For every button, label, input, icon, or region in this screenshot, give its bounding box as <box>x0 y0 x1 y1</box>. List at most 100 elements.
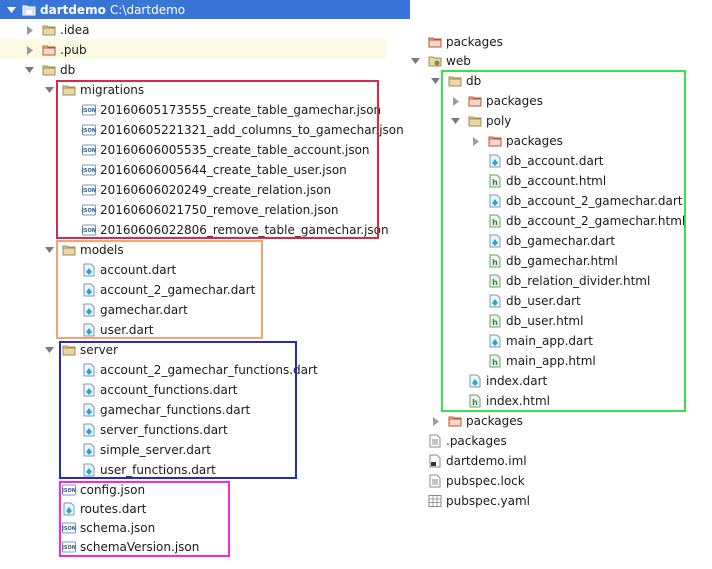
tree-item-label: db_account.dart <box>506 154 604 168</box>
excluded-folder-icon <box>488 134 502 148</box>
excluded-folder-icon <box>468 94 482 108</box>
tree-item-label: schemaVersion.json <box>80 540 200 554</box>
tree-item-label: pubspec.lock <box>446 474 525 488</box>
svg-text:h: h <box>492 358 498 367</box>
tree-item-label: web <box>446 54 471 68</box>
tree-item-label: server_functions.dart <box>100 423 228 437</box>
tree-item-label: index.html <box>486 394 550 408</box>
project-folder-icon <box>22 3 36 17</box>
expand-arrow-icon[interactable] <box>45 80 55 100</box>
dart-file-icon <box>82 383 96 397</box>
tree-item-label: packages <box>506 134 563 148</box>
tree-item-label: packages <box>466 414 523 428</box>
expand-arrow-icon[interactable] <box>431 71 441 91</box>
module-file-icon <box>428 454 442 468</box>
html-file-icon: h <box>488 314 502 328</box>
json-file-icon: JSON <box>81 103 96 117</box>
json-file-icon: JSON <box>81 223 96 237</box>
tree-item-label: poly <box>486 114 512 128</box>
folder-icon <box>42 63 56 77</box>
svg-text:JSON: JSON <box>62 526 76 532</box>
tree-item-label: simple_server.dart <box>100 443 211 457</box>
tree-item-label: db_account_2_gamechar.html <box>506 214 686 228</box>
tree-item-label: gamechar_functions.dart <box>100 403 251 417</box>
svg-text:JSON: JSON <box>82 208 96 214</box>
svg-text:h: h <box>492 218 498 227</box>
dart-file-icon <box>488 294 502 308</box>
json-file-icon: JSON <box>61 483 76 497</box>
tree-item-label: db_user.dart <box>506 294 581 308</box>
dart-file-icon <box>82 303 96 317</box>
collapse-arrow-icon[interactable] <box>432 411 442 431</box>
dart-file-icon <box>468 374 482 388</box>
html-file-icon: h <box>488 354 502 368</box>
tree-item-label: pubspec.yaml <box>446 494 530 508</box>
tree-item-label: packages <box>486 94 543 108</box>
json-file-icon: JSON <box>81 163 96 177</box>
tree-item-label: db_account.html <box>506 174 607 188</box>
tree-item-label: 20160606005644_create_table_user.json <box>100 163 347 177</box>
tree-item-label: migrations <box>80 83 145 97</box>
tree-item-label: 20160606022806_remove_table_gamechar.jso… <box>100 223 389 237</box>
svg-text:JSON: JSON <box>82 188 96 194</box>
tree-item-label: account_2_gamechar_functions.dart <box>100 363 318 377</box>
expand-arrow-icon[interactable] <box>45 240 55 260</box>
dart-file-icon <box>488 234 502 248</box>
tree-item-label: .pub <box>60 43 87 57</box>
collapse-arrow-icon[interactable] <box>452 91 462 111</box>
tree-item-label: 20160606021750_remove_relation.json <box>100 203 339 217</box>
expand-arrow-icon[interactable] <box>7 0 17 20</box>
expand-arrow-icon[interactable] <box>45 340 55 360</box>
expand-arrow-icon[interactable] <box>411 51 421 71</box>
tree-item-label: account_functions.dart <box>100 383 238 397</box>
dart-file-icon <box>82 263 96 277</box>
tree-item-label: 20160606005535_create_table_account.json <box>100 143 370 157</box>
tree-item-label: 20160606020249_create_relation.json <box>100 183 332 197</box>
html-file-icon: h <box>488 174 502 188</box>
tree-item-label: server <box>80 343 118 357</box>
svg-text:JSON: JSON <box>62 488 76 494</box>
json-file-icon: JSON <box>81 143 96 157</box>
folder-icon <box>62 343 76 357</box>
folder-icon <box>62 83 76 97</box>
dart-file-icon <box>62 502 76 516</box>
excluded-folder-icon <box>448 414 462 428</box>
tree-item-label: account.dart <box>100 263 177 277</box>
expand-arrow-icon[interactable] <box>25 60 35 80</box>
tree-item-label: db <box>466 74 482 88</box>
html-file-icon: h <box>488 214 502 228</box>
tree-item-label: main_app.html <box>506 354 596 368</box>
svg-text:h: h <box>492 258 498 267</box>
collapse-arrow-icon[interactable] <box>472 131 482 151</box>
svg-text:h: h <box>472 398 478 407</box>
tree-item-label: db_gamechar.html <box>506 254 618 268</box>
dart-file-icon <box>82 443 96 457</box>
collapse-arrow-icon[interactable] <box>26 40 36 60</box>
project-path: C:\dartdemo <box>110 3 186 17</box>
html-file-icon: h <box>488 274 502 288</box>
collapse-arrow-icon[interactable] <box>26 20 36 40</box>
json-file-icon: JSON <box>81 123 96 137</box>
tree-item-label: .packages <box>446 434 507 448</box>
tree-item-label: 20160605221321_add_columns_to_gamechar.j… <box>100 123 404 137</box>
folder-icon <box>468 114 482 128</box>
tree-item-label: models <box>80 243 124 257</box>
svg-text:JSON: JSON <box>62 545 76 551</box>
expand-arrow-icon[interactable] <box>451 111 461 131</box>
svg-text:h: h <box>492 278 498 287</box>
tree-item-label: user_functions.dart <box>100 463 216 477</box>
dart-file-icon <box>82 463 96 477</box>
dart-file-icon <box>488 194 502 208</box>
tree-item-label: gamechar.dart <box>100 303 188 317</box>
dart-file-icon <box>488 154 502 168</box>
tree-item-label: packages <box>446 35 503 49</box>
folder-icon <box>62 243 76 257</box>
folder-icon <box>42 23 56 37</box>
folder-icon <box>448 74 462 88</box>
json-file-icon: JSON <box>61 521 76 535</box>
tree-item-label: account_2_gamechar.dart <box>100 283 256 297</box>
tree-item-label: .idea <box>60 23 90 37</box>
tree-item-label: routes.dart <box>80 502 147 516</box>
svg-text:JSON: JSON <box>82 168 96 174</box>
json-file-icon: JSON <box>81 183 96 197</box>
